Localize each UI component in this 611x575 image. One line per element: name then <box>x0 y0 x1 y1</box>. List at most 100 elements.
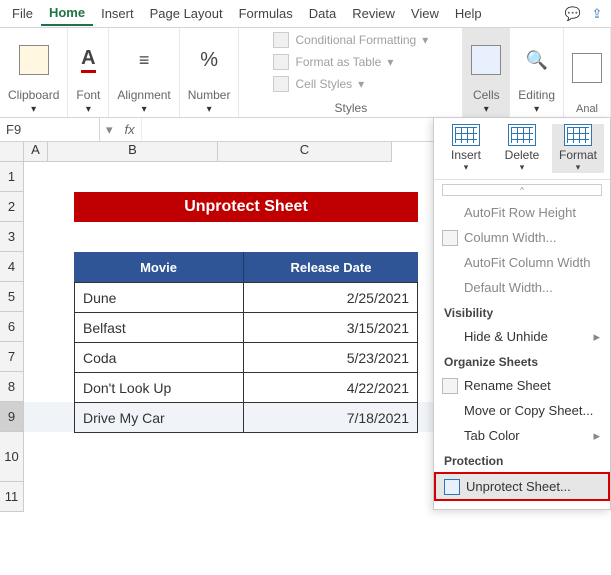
cond-fmt-icon <box>273 32 289 48</box>
row-1[interactable]: 1 <box>0 162 24 192</box>
menubar: File Home Insert Page Layout Formulas Da… <box>0 0 611 28</box>
font-label[interactable]: Font <box>76 88 100 115</box>
table-row[interactable]: Dune2/25/2021 <box>75 283 418 313</box>
name-box[interactable]: F9 <box>0 118 100 141</box>
insert-cells-button[interactable]: Insert▾ <box>440 124 492 173</box>
table-icon <box>273 54 289 70</box>
col-width-icon <box>442 230 458 246</box>
cell-date: 7/18/2021 <box>244 403 418 433</box>
col-C[interactable]: C <box>218 142 392 162</box>
group-editing: 🔍 Editing <box>510 28 564 117</box>
menu-data[interactable]: Data <box>301 2 344 25</box>
cell-movie: Drive My Car <box>75 403 244 433</box>
row-4[interactable]: 4 <box>0 252 24 282</box>
cell-styles-icon <box>273 76 289 92</box>
percent-icon[interactable]: % <box>200 49 218 72</box>
cells-label: Cells <box>473 88 500 115</box>
menu-insert[interactable]: Insert <box>93 2 142 25</box>
cell-movie: Belfast <box>75 313 244 343</box>
namebox-dropdown-icon[interactable]: ▾ <box>100 122 119 138</box>
fx-icon[interactable]: fx <box>119 122 141 137</box>
group-number: % Number <box>180 28 240 117</box>
format-as-table-button[interactable]: Format as Table ▾ <box>273 54 393 70</box>
move-copy-sheet-item[interactable]: Move or Copy Sheet... <box>434 398 610 423</box>
row-5[interactable]: 5 <box>0 282 24 312</box>
row-6[interactable]: 6 <box>0 312 24 342</box>
number-label[interactable]: Number <box>188 88 231 115</box>
group-alignment: ≡ Alignment <box>109 28 179 117</box>
organize-sheets-section: Organize Sheets <box>434 349 610 373</box>
visibility-section: Visibility <box>434 300 610 324</box>
menu-view[interactable]: View <box>403 2 447 25</box>
menu-review[interactable]: Review <box>344 2 403 25</box>
cell-date: 2/25/2021 <box>244 283 418 313</box>
share-icon[interactable]: ⇪ <box>587 4 607 24</box>
data-table: Dune2/25/2021 Belfast3/15/2021 Coda5/23/… <box>74 282 418 433</box>
unprotect-sheet-item[interactable]: Unprotect Sheet... <box>434 472 610 501</box>
format-cells-button[interactable]: Format▾ <box>552 124 604 173</box>
cell-movie: Coda <box>75 343 244 373</box>
delete-cells-button[interactable]: Delete▾ <box>496 124 548 173</box>
cell-movie: Dune <box>75 283 244 313</box>
styles-label: Styles <box>335 101 368 115</box>
align-icon[interactable]: ≡ <box>139 50 150 71</box>
editing-label[interactable]: Editing <box>518 88 555 115</box>
menu-page-layout[interactable]: Page Layout <box>142 2 231 25</box>
title-banner: Unprotect Sheet <box>74 192 418 222</box>
conditional-formatting-button[interactable]: Conditional Formatting ▾ <box>273 32 428 48</box>
format-icon <box>564 124 592 146</box>
unprotect-icon <box>444 479 460 495</box>
cell-movie: Don't Look Up <box>75 373 244 403</box>
comments-icon[interactable]: 💬 <box>563 4 583 24</box>
header-movie: Movie <box>74 252 244 282</box>
paste-icon[interactable] <box>19 45 49 75</box>
group-cells[interactable]: Cells <box>463 28 510 117</box>
protection-section: Protection <box>434 448 610 472</box>
select-all-corner[interactable] <box>0 142 24 162</box>
cell-styles-button[interactable]: Cell Styles ▾ <box>273 76 364 92</box>
row-9[interactable]: 9 <box>0 402 24 432</box>
rename-sheet-item[interactable]: Rename Sheet <box>434 373 610 398</box>
font-color-icon[interactable]: A <box>81 47 95 73</box>
analysis-label: Anal <box>576 103 598 115</box>
clipboard-label[interactable]: Clipboard <box>8 88 59 115</box>
default-width-item[interactable]: Default Width... <box>434 275 610 300</box>
cell-date: 5/23/2021 <box>244 343 418 373</box>
menu-file[interactable]: File <box>4 2 41 25</box>
table-row[interactable]: Don't Look Up4/22/2021 <box>75 373 418 403</box>
row-7[interactable]: 7 <box>0 342 24 372</box>
group-font: A Font <box>68 28 109 117</box>
insert-icon <box>452 124 480 146</box>
row-8[interactable]: 8 <box>0 372 24 402</box>
row-height-slider[interactable]: ^ <box>442 184 602 196</box>
col-A[interactable]: A <box>24 142 48 162</box>
table-row[interactable]: Coda5/23/2021 <box>75 343 418 373</box>
analyze-icon[interactable] <box>572 53 602 83</box>
hide-unhide-item[interactable]: Hide & Unhide▸ <box>434 324 610 349</box>
group-analysis: Anal <box>564 28 611 117</box>
table-row[interactable]: Belfast3/15/2021 <box>75 313 418 343</box>
autofit-col-width-item[interactable]: AutoFit Column Width <box>434 250 610 275</box>
table-headers: Movie Release Date <box>74 252 418 282</box>
group-styles: Conditional Formatting ▾ Format as Table… <box>239 28 463 117</box>
group-clipboard: Clipboard <box>0 28 68 117</box>
row-11[interactable]: 11 <box>0 482 24 512</box>
find-icon[interactable]: 🔍 <box>525 50 547 71</box>
menu-home[interactable]: Home <box>41 1 93 26</box>
alignment-label[interactable]: Alignment <box>117 88 170 115</box>
autofit-row-height-item[interactable]: AutoFit Row Height <box>434 200 610 225</box>
col-B[interactable]: B <box>48 142 218 162</box>
menu-help[interactable]: Help <box>447 2 490 25</box>
tab-color-item[interactable]: Tab Color▸ <box>434 423 610 448</box>
row-2[interactable]: 2 <box>0 192 24 222</box>
column-width-item[interactable]: Column Width... <box>434 225 610 250</box>
rename-icon <box>442 378 458 394</box>
menu-formulas[interactable]: Formulas <box>231 2 301 25</box>
row-10[interactable]: 10 <box>0 432 24 482</box>
ribbon: Clipboard A Font ≡ Alignment % Number Co… <box>0 28 611 118</box>
row-headers: 1 2 3 4 5 6 7 8 9 10 11 <box>0 162 24 512</box>
header-release-date: Release Date <box>244 252 418 282</box>
row-3[interactable]: 3 <box>0 222 24 252</box>
table-row[interactable]: Drive My Car7/18/2021 <box>75 403 418 433</box>
cell-date: 4/22/2021 <box>244 373 418 403</box>
